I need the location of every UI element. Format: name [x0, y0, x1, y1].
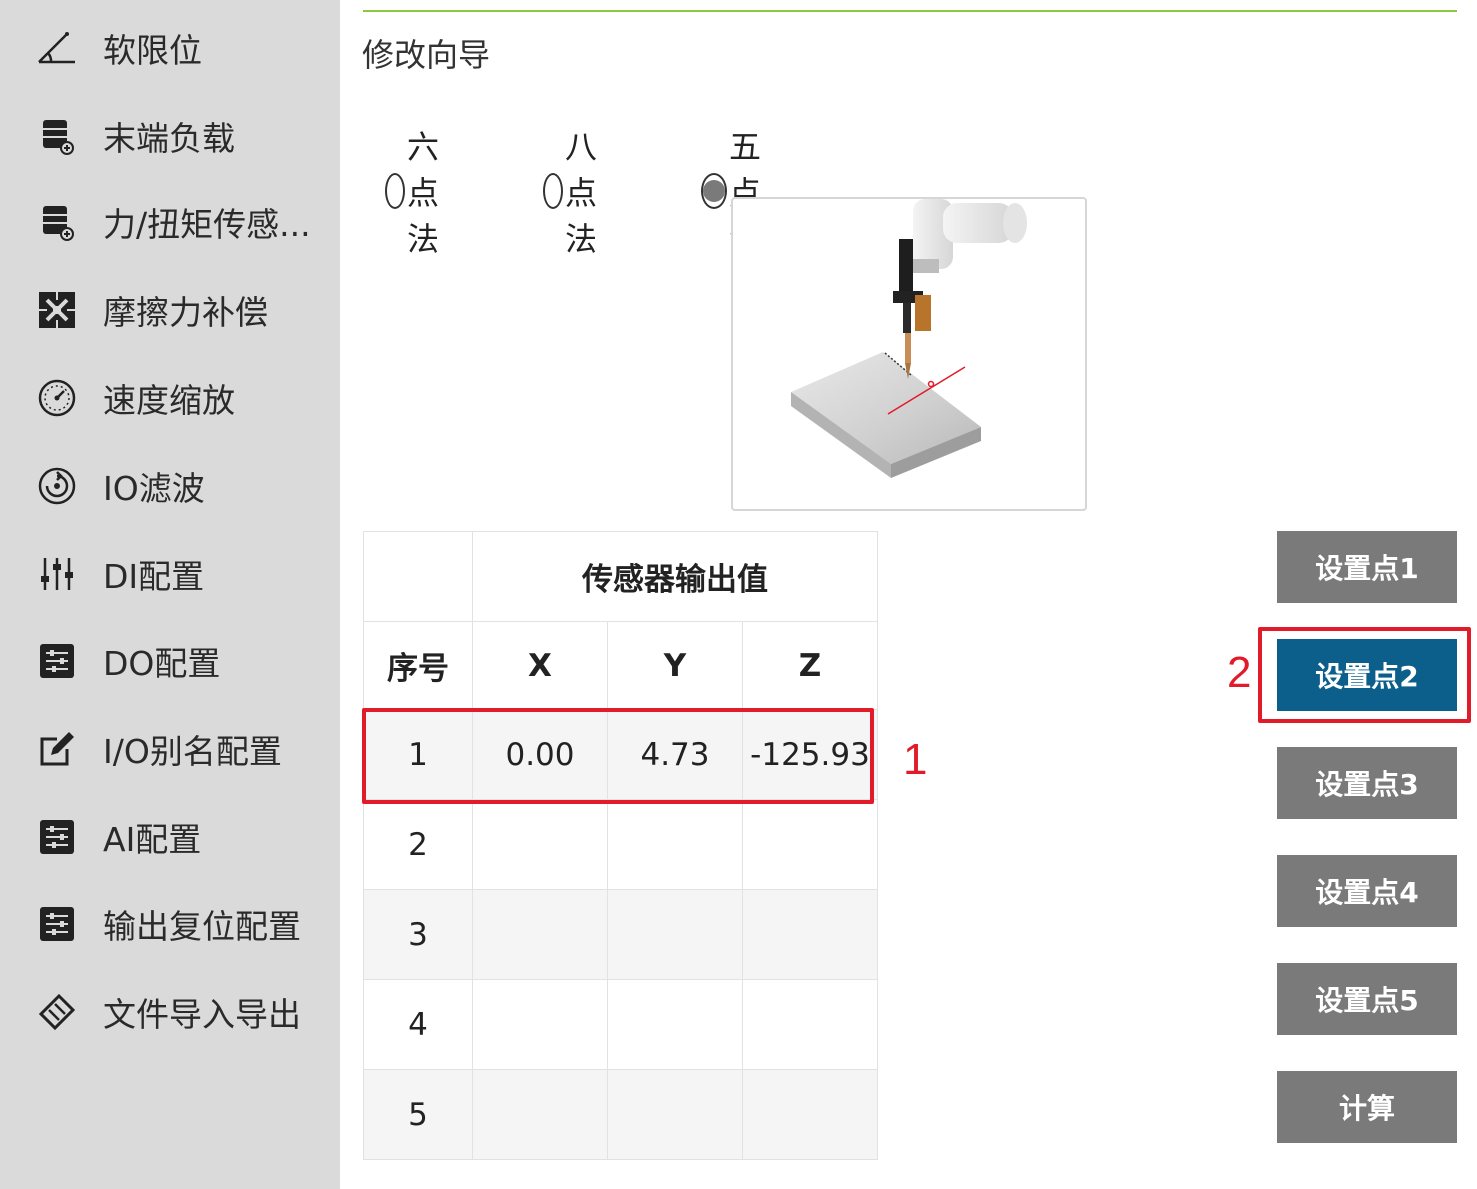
table-group-header: 传感器输出值 — [472, 531, 878, 622]
sidebar-item-label: 摩擦力补偿 — [103, 293, 268, 332]
transfer-icon — [36, 991, 78, 1033]
filter-icon — [36, 465, 78, 507]
calculate-button[interactable]: 计算 — [1277, 1071, 1457, 1143]
sidebar-item-friction-compensation[interactable]: 摩擦力补偿 — [0, 266, 340, 354]
cell-index: 5 — [363, 1069, 473, 1160]
cell-x — [472, 979, 608, 1070]
set-point-4-button[interactable]: 设置点4 — [1277, 855, 1457, 927]
radio-dot — [703, 180, 725, 202]
annotation-label-1: 1 — [903, 735, 928, 784]
robot-illustration — [731, 197, 1087, 511]
page-title: 修改向导 — [362, 36, 491, 74]
cell-z — [742, 979, 878, 1070]
sidebar-item-label: 文件导入导出 — [103, 995, 301, 1034]
cell-x: 0.00 — [472, 709, 608, 800]
cell-x — [472, 1069, 608, 1160]
radio-circle[interactable] — [385, 173, 405, 209]
radio-circle-selected[interactable] — [701, 173, 727, 209]
cell-y: 4.73 — [607, 709, 743, 800]
sidebar-item-soft-limit[interactable]: 软限位 — [0, 4, 340, 92]
cell-y — [607, 889, 743, 980]
sidebar-item-label: 速度缩放 — [103, 381, 235, 420]
edit-icon — [36, 728, 78, 770]
sliders-icon — [36, 553, 78, 595]
sidebar-item-di-config[interactable]: DI配置 — [0, 530, 340, 618]
sidebar-item-force-torque-sensor[interactable]: 力/扭矩传感... — [0, 178, 340, 266]
sidebar-item-label: DO配置 — [103, 644, 221, 683]
sensor-icon — [36, 201, 78, 243]
table-corner-cell — [363, 531, 473, 622]
column-header-z: Z — [742, 621, 878, 710]
sidebar-item-label: 力/扭矩传感... — [103, 205, 311, 244]
sidebar: 软限位 末端负载 力/扭矩传感... 摩擦力补偿 速度缩放 IO滤波 DI配置 … — [0, 0, 340, 1189]
payload-icon — [36, 115, 78, 157]
set-point-1-button[interactable]: 设置点1 — [1277, 531, 1457, 603]
cell-index: 2 — [363, 799, 473, 890]
table-row: 4 — [363, 979, 878, 1070]
sidebar-item-label: I/O别名配置 — [103, 732, 282, 771]
sidebar-item-label: AI配置 — [103, 820, 202, 859]
table-row: 1 0.00 4.73 -125.93 — [363, 709, 878, 800]
sidebar-item-label: 软限位 — [103, 31, 202, 70]
sidebar-item-io-filter[interactable]: IO滤波 — [0, 442, 340, 530]
section-divider — [363, 10, 1457, 12]
sidebar-item-io-alias-config[interactable]: I/O别名配置 — [0, 705, 340, 793]
radio-label: 六点法 — [407, 128, 440, 258]
settings-list-icon — [36, 903, 78, 945]
table-row: 5 — [363, 1069, 878, 1160]
cell-index: 1 — [363, 709, 473, 800]
settings-list-icon — [36, 816, 78, 858]
radio-eight-point[interactable]: 八点法 — [543, 122, 613, 260]
sidebar-item-label: 输出复位配置 — [103, 907, 301, 946]
cell-z — [742, 889, 878, 980]
set-point-2-button[interactable]: 设置点2 — [1277, 639, 1457, 711]
radio-circle[interactable] — [543, 173, 563, 209]
annotation-label-2: 2 — [1227, 648, 1252, 697]
cell-z — [742, 799, 878, 890]
cell-z: -125.93 — [742, 709, 878, 800]
column-header-index: 序号 — [363, 621, 473, 710]
cell-index: 3 — [363, 889, 473, 980]
cell-y — [607, 979, 743, 1070]
settings-list-icon — [36, 640, 78, 682]
cell-x — [472, 799, 608, 890]
cell-x — [472, 889, 608, 980]
sidebar-item-do-config[interactable]: DO配置 — [0, 617, 340, 705]
sidebar-item-label: 末端负载 — [103, 119, 235, 158]
set-point-3-button[interactable]: 设置点3 — [1277, 747, 1457, 819]
sidebar-item-ai-config[interactable]: AI配置 — [0, 793, 340, 881]
sidebar-item-file-import-export[interactable]: 文件导入导出 — [0, 968, 340, 1056]
radio-label: 八点法 — [565, 128, 598, 258]
cell-y — [607, 1069, 743, 1160]
friction-icon — [36, 289, 78, 331]
cell-y — [607, 799, 743, 890]
column-header-y: Y — [607, 621, 743, 710]
cell-z — [742, 1069, 878, 1160]
table-row: 3 — [363, 889, 878, 980]
speedometer-icon — [36, 377, 78, 419]
cell-index: 4 — [363, 979, 473, 1070]
sidebar-item-output-reset-config[interactable]: 输出复位配置 — [0, 880, 340, 968]
column-header-x: X — [472, 621, 608, 710]
table-row: 2 — [363, 799, 878, 890]
sensor-output-table: 传感器输出值 序号 X Y Z 1 0.00 4.73 -125.93 2 3 … — [363, 531, 878, 1160]
angle-icon — [36, 27, 78, 69]
radio-six-point[interactable]: 六点法 — [385, 122, 455, 260]
set-point-5-button[interactable]: 设置点5 — [1277, 963, 1457, 1035]
sidebar-item-label: IO滤波 — [103, 469, 205, 508]
sidebar-item-speed-scaling[interactable]: 速度缩放 — [0, 354, 340, 442]
sidebar-item-label: DI配置 — [103, 557, 205, 596]
sidebar-item-payload[interactable]: 末端负载 — [0, 92, 340, 180]
